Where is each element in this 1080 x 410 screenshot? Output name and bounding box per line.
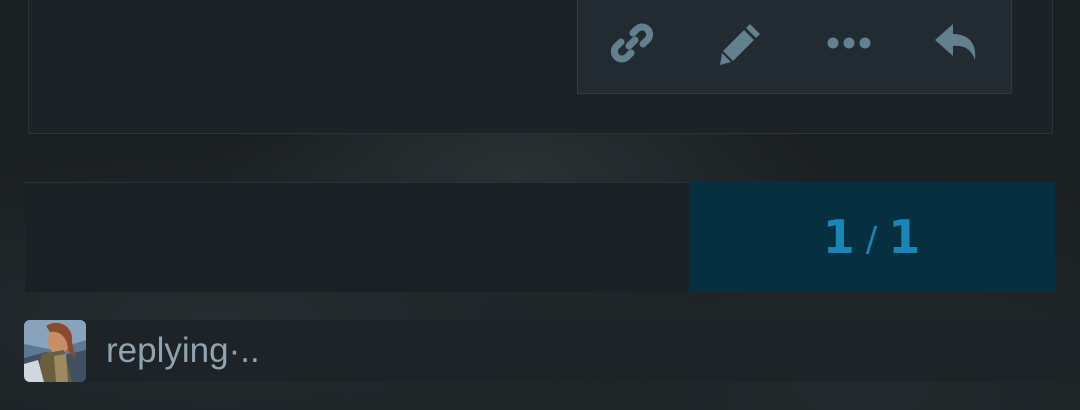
current-page: 1 (822, 210, 856, 264)
reply-status-text: replying·.. (106, 331, 260, 370)
more-button[interactable] (825, 19, 873, 67)
avatar (24, 320, 86, 382)
reply-icon (933, 18, 983, 68)
page-counter[interactable]: 1 / 1 (689, 182, 1055, 292)
post-action-bar (577, 0, 1012, 94)
reply-composer[interactable]: replying·.. (24, 320, 1080, 382)
total-pages: 1 (888, 210, 922, 264)
pagination-bar: 1 / 1 (25, 182, 1055, 292)
page-separator: / (865, 220, 879, 260)
link-icon (609, 20, 655, 66)
reply-button[interactable] (934, 19, 982, 67)
edit-button[interactable] (717, 19, 765, 67)
pencil-icon (717, 19, 765, 67)
copy-link-button[interactable] (608, 19, 656, 67)
more-icon (825, 19, 873, 67)
